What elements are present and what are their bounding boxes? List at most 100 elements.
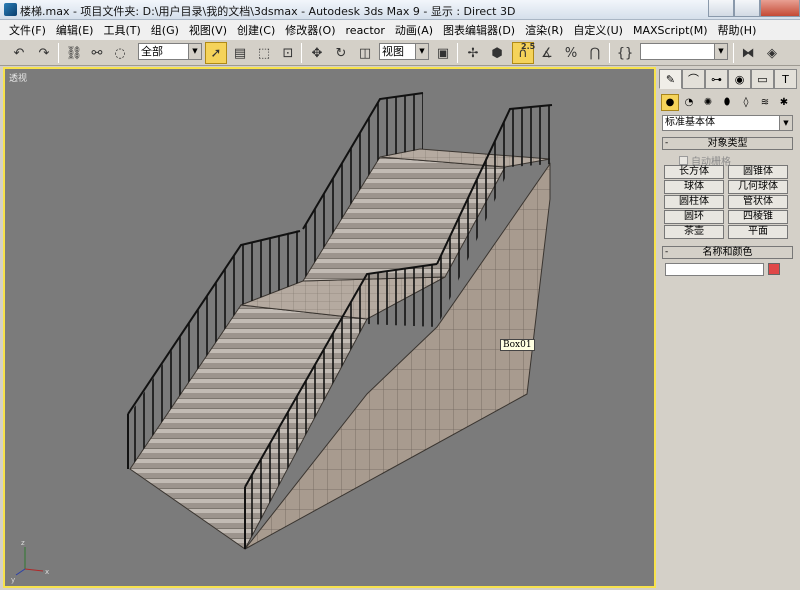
angle-snap-icon[interactable]: ∡	[536, 42, 558, 64]
keyboard-shortcut-override-icon[interactable]: ⬢	[486, 42, 508, 64]
main-toolbar: ↶ ↷ ⛓ ⚯ ◌ 全部 ▼ ➚ ▤ ⬚ ⊡ ✥ ↻ ◫ 视图 ▼ ▣ ✢ ⬢ …	[0, 40, 800, 66]
toolbar-separator	[733, 43, 734, 63]
maximize-button[interactable]	[734, 0, 760, 17]
helpers-icon[interactable]: ◊	[737, 94, 755, 111]
menu-rendering[interactable]: 渲染(R)	[520, 22, 568, 38]
perspective-viewport[interactable]: 透视 z x y Box01	[3, 67, 656, 588]
lights-icon[interactable]: ✺	[699, 94, 717, 111]
svg-text:y: y	[11, 576, 15, 584]
right-railing-landing[interactable]	[367, 264, 437, 327]
unlink-icon[interactable]: ⚯	[86, 42, 108, 64]
window-crossing-icon[interactable]: ⊡	[277, 42, 299, 64]
select-and-link-icon[interactable]: ⛓	[63, 42, 85, 64]
spinner-snap-icon[interactable]: ⋂	[584, 42, 606, 64]
pivot-center-icon[interactable]: ▣	[432, 42, 454, 64]
bind-to-space-warp-icon[interactable]: ◌	[109, 42, 131, 64]
motion-tab-icon[interactable]: ◉	[728, 69, 751, 89]
undo-icon[interactable]: ↶	[8, 42, 30, 64]
name-color-rollout-header[interactable]: - 名称和颜色	[662, 246, 793, 259]
select-and-manipulate-icon[interactable]: ✢	[462, 42, 484, 64]
select-and-scale-icon[interactable]: ◫	[354, 42, 376, 64]
selection-filter-value: 全部	[141, 45, 163, 58]
toolbar-separator	[457, 43, 458, 63]
menu-tools[interactable]: 工具(T)	[98, 22, 145, 38]
hierarchy-tab-icon[interactable]: ⊶	[705, 69, 728, 89]
teapot-button[interactable]: 茶壶	[664, 225, 724, 239]
object-name-field[interactable]	[665, 263, 764, 276]
shapes-icon[interactable]: ◔	[680, 94, 698, 111]
menu-bar: 文件(F) 编辑(E) 工具(T) 组(G) 视图(V) 创建(C) 修改器(O…	[0, 20, 800, 40]
menu-views[interactable]: 视图(V)	[184, 22, 232, 38]
minimize-button[interactable]	[708, 0, 734, 17]
named-selection-dropdown[interactable]: ▼	[640, 43, 728, 60]
box-button[interactable]: 长方体	[664, 165, 724, 179]
cylinder-button[interactable]: 圆柱体	[664, 195, 724, 209]
utilities-tab-icon[interactable]: T	[774, 69, 797, 89]
title-bar: 楼梯.max - 项目文件夹: D:\用户目录\我的文档\3dsmax - Au…	[0, 0, 800, 20]
command-panel-tabs: ✎ ⌒ ⊶ ◉ ▭ T	[659, 69, 798, 89]
staircase-model: z x y	[11, 92, 553, 584]
modify-tab-icon[interactable]: ⌒	[682, 69, 705, 89]
selection-filter-dropdown[interactable]: 全部 ▼	[138, 43, 202, 60]
plane-button[interactable]: 平面	[728, 225, 788, 239]
sphere-button[interactable]: 球体	[664, 180, 724, 194]
display-tab-icon[interactable]: ▭	[751, 69, 774, 89]
menu-file[interactable]: 文件(F)	[4, 22, 51, 38]
object-color-swatch[interactable]	[768, 263, 780, 275]
toolbar-separator	[58, 43, 59, 63]
object-type-rollout-header[interactable]: - 对象类型	[662, 137, 793, 150]
chevron-down-icon: ▼	[714, 44, 727, 59]
toolbar-separator	[301, 43, 302, 63]
geometry-category-dropdown[interactable]: 标准基本体 ▼	[662, 115, 793, 131]
right-railing-top[interactable]	[510, 105, 552, 167]
space-warps-icon[interactable]: ≋	[756, 94, 774, 111]
collapse-icon: -	[665, 138, 669, 148]
snap-badge: 2.5	[521, 42, 536, 51]
app-icon[interactable]	[4, 3, 17, 16]
toolbar-separator	[609, 43, 610, 63]
select-object-icon[interactable]: ➚	[205, 42, 227, 64]
menu-animation[interactable]: 动画(A)	[390, 22, 438, 38]
menu-modifiers[interactable]: 修改器(O)	[280, 22, 340, 38]
autogrid-checkbox-box[interactable]	[679, 156, 688, 165]
axis-tripod-icon: z x y	[11, 539, 49, 584]
pyramid-button[interactable]: 四棱锥	[728, 210, 788, 224]
menu-help[interactable]: 帮助(H)	[713, 22, 762, 38]
command-panel: ✎ ⌒ ⊶ ◉ ▭ T ● ◔ ✺ ⬮ ◊ ≋ ✱ 标准基本体 ▼ - 对象类型…	[657, 67, 800, 590]
menu-graph-editors[interactable]: 图表编辑器(D)	[438, 22, 520, 38]
chevron-down-icon: ▼	[415, 44, 428, 59]
left-railing-top[interactable]	[380, 93, 423, 157]
close-button[interactable]	[760, 0, 800, 17]
menu-customize[interactable]: 自定义(U)	[568, 22, 628, 38]
reference-coordinate-dropdown[interactable]: 视图 ▼	[379, 43, 429, 60]
cameras-icon[interactable]: ⬮	[718, 94, 736, 111]
select-by-name-icon[interactable]: ▤	[229, 42, 251, 64]
menu-edit[interactable]: 编辑(E)	[51, 22, 99, 38]
menu-maxscript[interactable]: MAXScript(M)	[628, 24, 713, 37]
snap-toggle-icon[interactable]: 2.5 ∩	[512, 42, 536, 64]
menu-reactor[interactable]: reactor	[341, 24, 390, 37]
geometry-icon[interactable]: ●	[661, 94, 679, 111]
select-and-rotate-icon[interactable]: ↻	[330, 42, 352, 64]
cone-button[interactable]: 圆锥体	[728, 165, 788, 179]
geosphere-button[interactable]: 几何球体	[728, 180, 788, 194]
redo-icon[interactable]: ↷	[33, 42, 55, 64]
edit-named-selection-icon[interactable]: {}	[614, 42, 636, 64]
select-and-move-icon[interactable]: ✥	[306, 42, 328, 64]
align-icon[interactable]: ◈	[761, 42, 783, 64]
object-type-rollout-label: 对象类型	[707, 138, 748, 149]
svg-text:x: x	[45, 568, 49, 576]
rectangular-selection-icon[interactable]: ⬚	[253, 42, 275, 64]
percent-snap-icon[interactable]: %	[560, 42, 582, 64]
tube-button[interactable]: 管状体	[728, 195, 788, 209]
systems-icon[interactable]: ✱	[775, 94, 793, 111]
mirror-icon[interactable]: ⧓	[737, 42, 759, 64]
create-categories: ● ◔ ✺ ⬮ ◊ ≋ ✱	[661, 94, 798, 112]
geometry-category-value: 标准基本体	[665, 117, 715, 128]
window-title: 楼梯.max - 项目文件夹: D:\用户目录\我的文档\3dsmax - Au…	[20, 5, 516, 18]
menu-create[interactable]: 创建(C)	[232, 22, 280, 38]
object-name-tooltip: Box01	[500, 339, 535, 351]
create-tab-icon[interactable]: ✎	[659, 69, 682, 89]
menu-group[interactable]: 组(G)	[146, 22, 184, 38]
torus-button[interactable]: 圆环	[664, 210, 724, 224]
